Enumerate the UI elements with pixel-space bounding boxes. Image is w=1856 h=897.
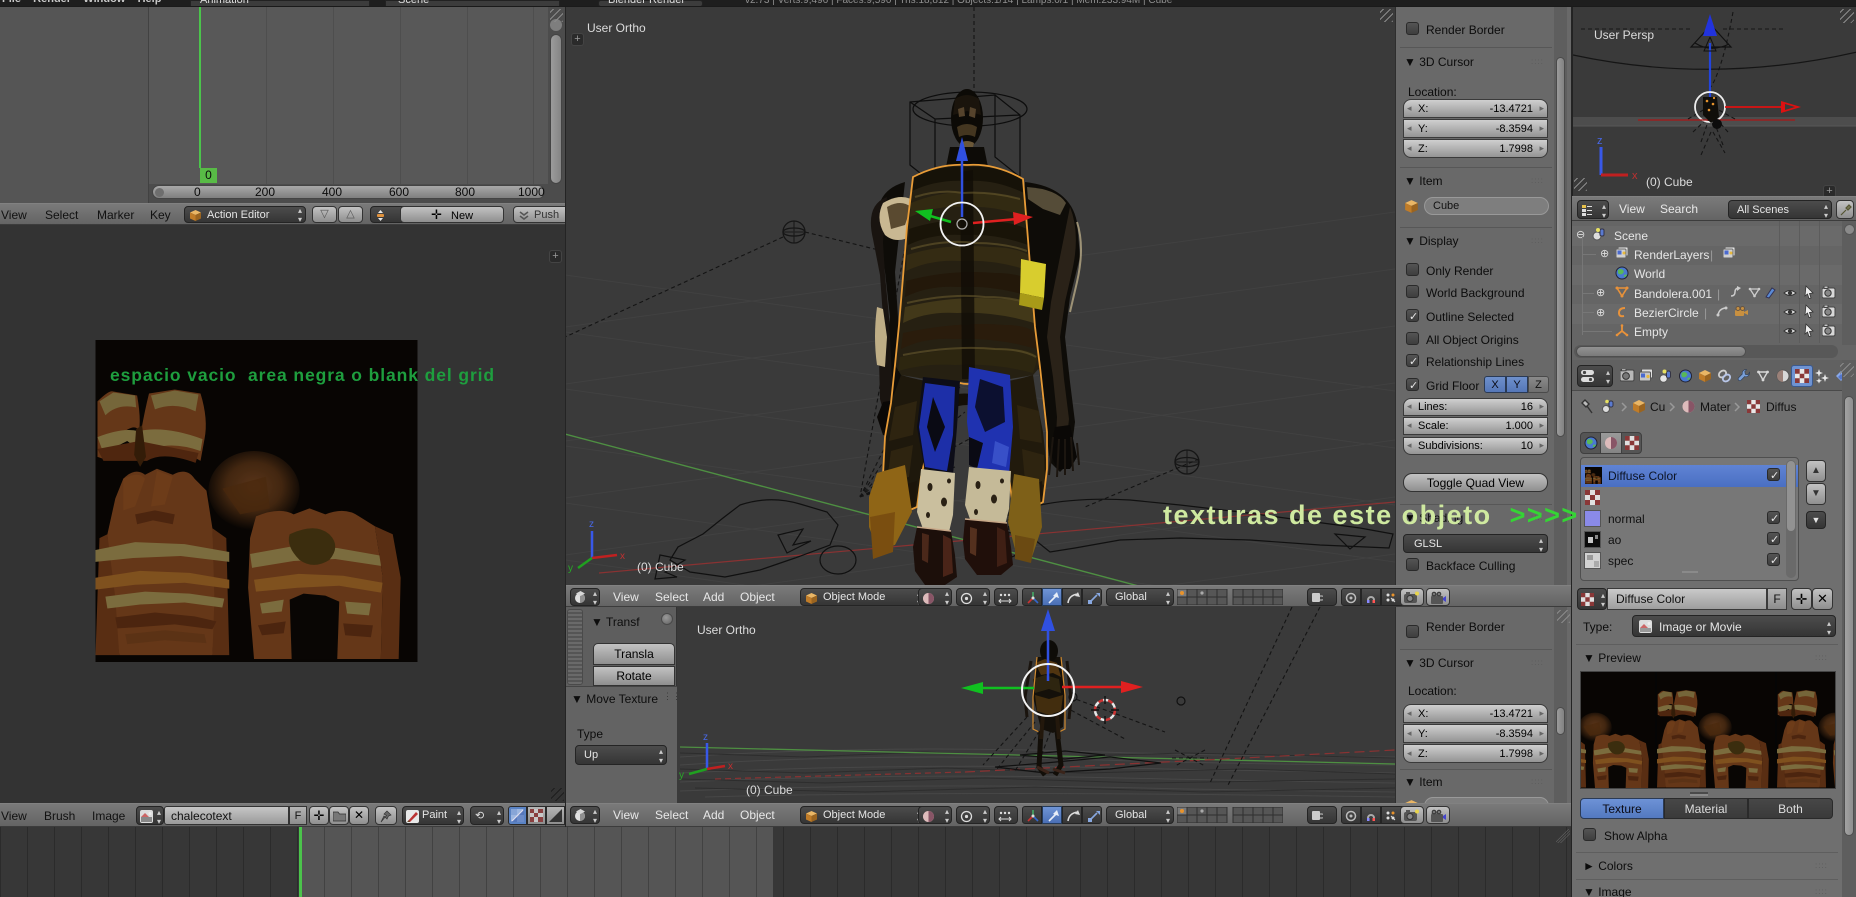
svg-text:y: y [568,563,573,574]
svg-text:Mater: Mater [1700,400,1731,414]
svg-text:z: z [589,519,594,530]
svg-text:y: y [679,770,684,781]
svg-text:Cu: Cu [1650,400,1665,414]
svg-text:z: z [1597,135,1603,147]
svg-text:x: x [728,761,733,772]
svg-text:x: x [620,551,625,562]
svg-text:Diffus: Diffus [1766,400,1796,414]
svg-text:x: x [1632,170,1638,182]
svg-text:z: z [703,732,708,743]
